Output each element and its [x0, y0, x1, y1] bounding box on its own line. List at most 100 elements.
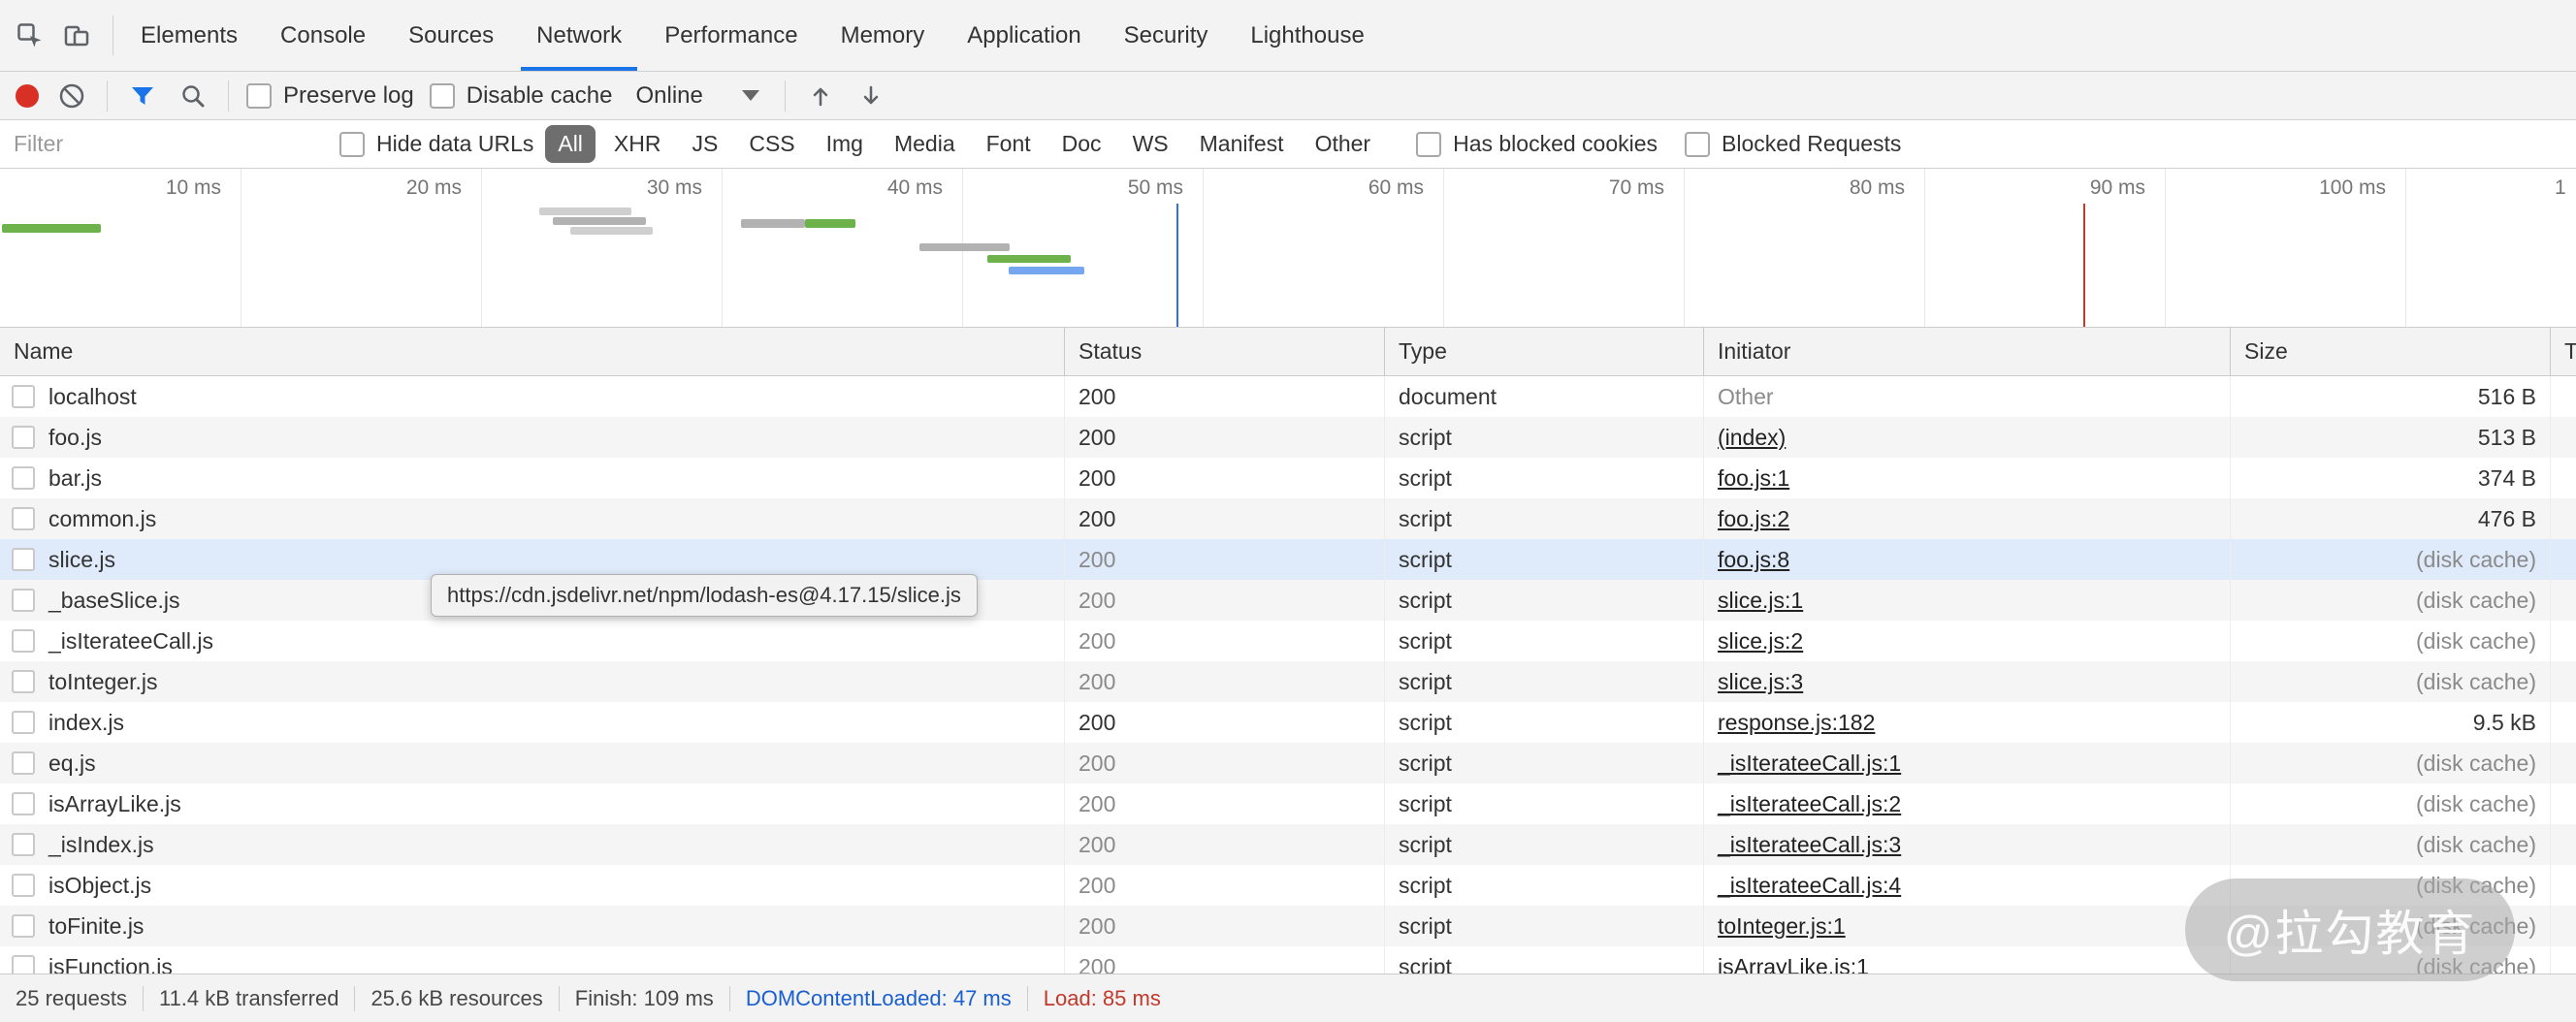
initiator-link[interactable]: _isIterateeCall.js:4: [1718, 873, 1901, 899]
request-size: (disk cache): [2231, 824, 2551, 865]
has-blocked-cookies-checkbox[interactable]: [1416, 132, 1441, 157]
file-icon: [12, 466, 35, 490]
hide-data-urls-checkbox[interactable]: [339, 132, 365, 157]
initiator-link[interactable]: foo.js:2: [1718, 506, 1789, 532]
column-header-t[interactable]: T: [2551, 328, 2576, 375]
tab-console[interactable]: Console: [259, 0, 387, 71]
request-row[interactable]: isArrayLike.js200script_isIterateeCall.j…: [0, 783, 2576, 824]
device-toolbar-icon: [62, 21, 91, 50]
request-row[interactable]: common.js200scriptfoo.js:2476 B: [0, 498, 2576, 539]
file-icon: [12, 589, 35, 612]
request-time: [2551, 376, 2576, 417]
filter-type-font[interactable]: Font: [974, 125, 1044, 163]
request-time: [2551, 865, 2576, 906]
request-row[interactable]: _isIterateeCall.js200scriptslice.js:2(di…: [0, 621, 2576, 661]
tab-lighthouse[interactable]: Lighthouse: [1229, 0, 1385, 71]
preserve-log-toggle[interactable]: Preserve log: [246, 82, 414, 110]
tab-memory[interactable]: Memory: [820, 0, 947, 71]
device-toolbar-button[interactable]: [54, 11, 99, 61]
record-button[interactable]: [16, 84, 39, 108]
blocked-requests-toggle[interactable]: Blocked Requests: [1685, 131, 1901, 157]
request-name: toInteger.js: [48, 669, 158, 695]
request-status: 200: [1065, 783, 1385, 824]
request-row[interactable]: localhost200documentOther516 B: [0, 376, 2576, 417]
request-row[interactable]: index.js200scriptresponse.js:1829.5 kB: [0, 702, 2576, 743]
initiator-link[interactable]: slice.js:1: [1718, 588, 1803, 614]
initiator-link[interactable]: _isIterateeCall.js:2: [1718, 791, 1901, 817]
clear-icon: [57, 81, 86, 111]
request-time: [2551, 458, 2576, 498]
initiator-link[interactable]: _isIterateeCall.js:1: [1718, 751, 1901, 777]
filter-type-media[interactable]: Media: [882, 125, 968, 163]
column-header-type[interactable]: Type: [1385, 328, 1704, 375]
filter-type-xhr[interactable]: XHR: [601, 125, 674, 163]
initiator-link[interactable]: toInteger.js:1: [1718, 913, 1846, 940]
column-header-initiator[interactable]: Initiator: [1704, 328, 2231, 375]
filter-toggle-button[interactable]: [125, 77, 160, 115]
network-controls-toolbar: Preserve log Disable cache Online: [0, 72, 2576, 120]
filter-type-doc[interactable]: Doc: [1049, 125, 1114, 163]
preserve-log-checkbox[interactable]: [246, 83, 272, 109]
request-row[interactable]: foo.js200script(index)513 B: [0, 417, 2576, 458]
tab-security[interactable]: Security: [1103, 0, 1230, 71]
disable-cache-checkbox[interactable]: [430, 83, 455, 109]
column-header-size[interactable]: Size: [2231, 328, 2551, 375]
initiator-link[interactable]: isArrayLike.js:1: [1718, 954, 1869, 974]
request-type: document: [1385, 376, 1704, 417]
initiator-link[interactable]: (index): [1718, 425, 1786, 451]
filter-type-css[interactable]: CSS: [736, 125, 807, 163]
request-row[interactable]: isObject.js200script_isIterateeCall.js:4…: [0, 865, 2576, 906]
blocked-requests-checkbox[interactable]: [1685, 132, 1710, 157]
tab-elements[interactable]: Elements: [119, 0, 259, 71]
request-time: [2551, 498, 2576, 539]
column-header-status[interactable]: Status: [1065, 328, 1385, 375]
request-name: bar.js: [48, 465, 102, 492]
request-status: 200: [1065, 702, 1385, 743]
filter-type-other[interactable]: Other: [1303, 125, 1384, 163]
filter-type-all[interactable]: All: [545, 125, 596, 163]
request-row[interactable]: _isIndex.js200script_isIterateeCall.js:3…: [0, 824, 2576, 865]
name-cell: _isIterateeCall.js: [0, 621, 1065, 661]
filter-type-manifest[interactable]: Manifest: [1187, 125, 1297, 163]
initiator-link[interactable]: slice.js:3: [1718, 669, 1803, 695]
initiator-link[interactable]: _isIterateeCall.js:3: [1718, 832, 1901, 858]
inspect-element-button[interactable]: [8, 11, 52, 61]
tab-application[interactable]: Application: [946, 0, 1102, 71]
network-overview-timeline[interactable]: 10 ms20 ms30 ms40 ms50 ms60 ms70 ms80 ms…: [0, 169, 2576, 328]
request-row[interactable]: slice.js200scriptfoo.js:8(disk cache): [0, 539, 2576, 580]
request-size: (disk cache): [2231, 783, 2551, 824]
initiator-link[interactable]: foo.js:1: [1718, 465, 1789, 492]
name-cell: isObject.js: [0, 865, 1065, 906]
throttling-value: Online: [635, 82, 702, 110]
status-load: Load: 85 ms: [1028, 986, 1176, 1011]
hide-data-urls-toggle[interactable]: Hide data URLs: [339, 131, 533, 157]
initiator-link[interactable]: foo.js:8: [1718, 547, 1789, 573]
column-header-name[interactable]: Name: [0, 328, 1065, 375]
arrow-up-icon: [806, 81, 835, 111]
request-row[interactable]: eq.js200script_isIterateeCall.js:1(disk …: [0, 743, 2576, 783]
tab-performance[interactable]: Performance: [643, 0, 819, 71]
initiator-link[interactable]: response.js:182: [1718, 710, 1875, 736]
export-har-button[interactable]: [853, 77, 888, 115]
filter-type-img[interactable]: Img: [814, 125, 876, 163]
tab-sources[interactable]: Sources: [387, 0, 515, 71]
filter-input[interactable]: [14, 131, 324, 157]
search-button[interactable]: [176, 77, 210, 115]
initiator-link[interactable]: slice.js:2: [1718, 628, 1803, 655]
throttling-select[interactable]: Online: [628, 79, 766, 113]
import-har-button[interactable]: [803, 77, 838, 115]
timeline-tick-label: 20 ms: [297, 176, 462, 200]
request-row[interactable]: bar.js200scriptfoo.js:1374 B: [0, 458, 2576, 498]
clear-button[interactable]: [54, 77, 89, 115]
file-icon: [12, 751, 35, 775]
request-row[interactable]: _baseSlice.js200scriptslice.js:1(disk ca…: [0, 580, 2576, 621]
request-row[interactable]: toInteger.js200scriptslice.js:3(disk cac…: [0, 661, 2576, 702]
request-time: [2551, 661, 2576, 702]
filter-type-ws[interactable]: WS: [1120, 125, 1181, 163]
url-tooltip: https://cdn.jsdelivr.net/npm/lodash-es@4…: [431, 574, 978, 617]
filter-type-js[interactable]: JS: [679, 125, 730, 163]
disable-cache-toggle[interactable]: Disable cache: [430, 82, 613, 110]
request-type: script: [1385, 783, 1704, 824]
has-blocked-cookies-toggle[interactable]: Has blocked cookies: [1416, 131, 1658, 157]
tab-network[interactable]: Network: [515, 0, 643, 71]
